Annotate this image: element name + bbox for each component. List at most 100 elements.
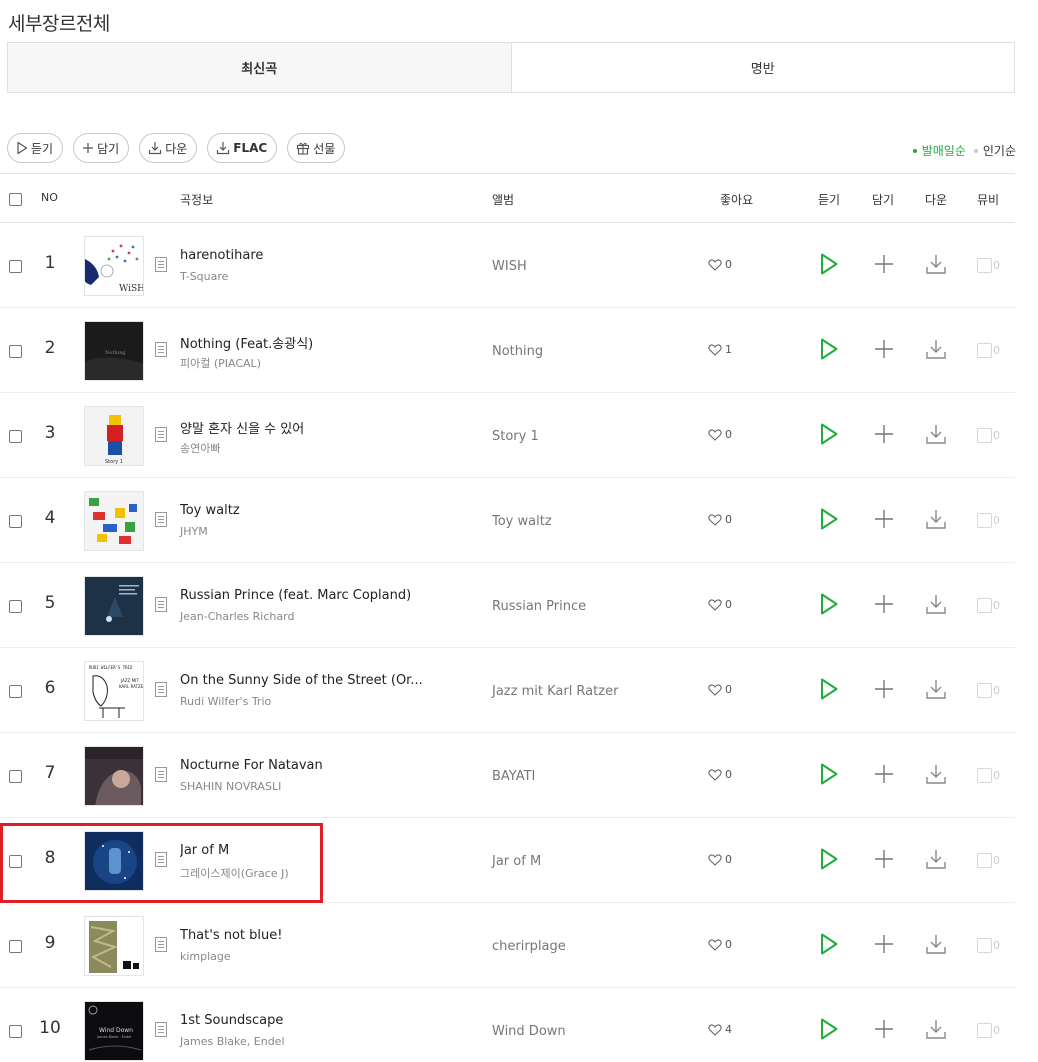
plus-icon[interactable] bbox=[874, 254, 894, 274]
download-icon[interactable] bbox=[925, 338, 947, 360]
download-icon[interactable] bbox=[925, 848, 947, 870]
song-title[interactable]: Nothing (Feat.송광식) bbox=[180, 333, 313, 352]
listen-button[interactable]: 듣기 bbox=[7, 133, 64, 163]
download-icon[interactable] bbox=[925, 763, 947, 785]
plus-icon[interactable] bbox=[874, 509, 894, 529]
music-video-button[interactable]: 0 bbox=[977, 598, 1000, 613]
song-title[interactable]: Nocturne For Natavan bbox=[180, 758, 323, 773]
flac-download-button[interactable]: FLAC bbox=[207, 133, 278, 163]
album-name[interactable]: Jazz mit Karl Ratzer bbox=[492, 684, 618, 699]
artist-name[interactable]: JHYM bbox=[180, 525, 208, 538]
row-checkbox[interactable] bbox=[9, 685, 22, 698]
like-button[interactable]: 0 bbox=[708, 768, 732, 781]
play-icon[interactable] bbox=[818, 932, 840, 956]
music-video-button[interactable]: 0 bbox=[977, 853, 1000, 868]
play-icon[interactable] bbox=[818, 1017, 840, 1041]
song-info-icon[interactable] bbox=[155, 512, 167, 527]
song-title[interactable]: Toy waltz bbox=[180, 503, 240, 518]
plus-icon[interactable] bbox=[874, 424, 894, 444]
song-title[interactable]: harenotihare bbox=[180, 248, 263, 263]
music-video-button[interactable]: 0 bbox=[977, 513, 1000, 528]
plus-icon[interactable] bbox=[874, 934, 894, 954]
music-video-button[interactable]: 0 bbox=[977, 768, 1000, 783]
gift-button[interactable]: 선물 bbox=[287, 133, 346, 163]
music-video-button[interactable]: 0 bbox=[977, 343, 1000, 358]
download-icon[interactable] bbox=[925, 508, 947, 530]
row-checkbox[interactable] bbox=[9, 1025, 22, 1038]
row-checkbox[interactable] bbox=[9, 770, 22, 783]
album-name[interactable]: cherirplage bbox=[492, 939, 566, 954]
album-art[interactable] bbox=[84, 916, 144, 976]
album-art[interactable]: RUDI WILFER'S TRIO JAZZ MIT KARL RATZER bbox=[84, 661, 144, 721]
download-icon[interactable] bbox=[925, 678, 947, 700]
download-button[interactable]: 다운 bbox=[139, 133, 198, 163]
song-info-icon[interactable] bbox=[155, 767, 167, 782]
artist-name[interactable]: kimplage bbox=[180, 950, 231, 963]
song-info-icon[interactable] bbox=[155, 427, 167, 442]
song-title[interactable]: 양말 혼자 신을 수 있어 bbox=[180, 418, 304, 437]
music-video-button[interactable]: 0 bbox=[977, 683, 1000, 698]
song-info-icon[interactable] bbox=[155, 342, 167, 357]
like-button[interactable]: 0 bbox=[708, 258, 732, 271]
tab-latest[interactable]: 최신곡 bbox=[8, 43, 512, 92]
song-info-icon[interactable] bbox=[155, 682, 167, 697]
song-info-icon[interactable] bbox=[155, 597, 167, 612]
like-button[interactable]: 0 bbox=[708, 428, 732, 441]
album-name[interactable]: Nothing bbox=[492, 344, 543, 359]
artist-name[interactable]: Jean-Charles Richard bbox=[180, 610, 294, 623]
play-icon[interactable] bbox=[818, 762, 840, 786]
download-icon[interactable] bbox=[925, 253, 947, 275]
song-info-icon[interactable] bbox=[155, 937, 167, 952]
song-title[interactable]: That's not blue! bbox=[180, 928, 282, 943]
plus-icon[interactable] bbox=[874, 594, 894, 614]
album-art[interactable]: Wind Down James Blake · Endel bbox=[84, 1001, 144, 1061]
plus-icon[interactable] bbox=[874, 1019, 894, 1039]
row-checkbox[interactable] bbox=[9, 515, 22, 528]
row-checkbox[interactable] bbox=[9, 430, 22, 443]
plus-icon[interactable] bbox=[874, 679, 894, 699]
artist-name[interactable]: T-Square bbox=[180, 270, 228, 283]
download-icon[interactable] bbox=[925, 423, 947, 445]
album-art[interactable] bbox=[84, 746, 144, 806]
artist-name[interactable]: 송연아빠 bbox=[180, 440, 220, 456]
add-button[interactable]: 담기 bbox=[73, 133, 130, 163]
like-button[interactable]: 0 bbox=[708, 853, 732, 866]
row-checkbox[interactable] bbox=[9, 940, 22, 953]
album-name[interactable]: BAYATI bbox=[492, 769, 535, 784]
artist-name[interactable]: SHAHIN NOVRASLI bbox=[180, 780, 281, 793]
album-name[interactable]: Jar of M bbox=[492, 854, 541, 869]
artist-name[interactable]: James Blake, Endel bbox=[180, 1035, 285, 1048]
music-video-button[interactable]: 0 bbox=[977, 938, 1000, 953]
like-button[interactable]: 0 bbox=[708, 513, 732, 526]
row-checkbox[interactable] bbox=[9, 600, 22, 613]
album-art[interactable]: WiSH bbox=[84, 236, 144, 296]
play-icon[interactable] bbox=[818, 677, 840, 701]
song-title[interactable]: On the Sunny Side of the Street (Or... bbox=[180, 673, 423, 688]
select-all-checkbox[interactable] bbox=[9, 193, 22, 206]
album-art[interactable] bbox=[84, 491, 144, 551]
album-name[interactable]: Wind Down bbox=[492, 1024, 566, 1039]
album-art[interactable]: Nothing bbox=[84, 321, 144, 381]
sort-by-popularity[interactable]: 인기순 bbox=[973, 142, 1016, 159]
like-button[interactable]: 0 bbox=[708, 598, 732, 611]
plus-icon[interactable] bbox=[874, 764, 894, 784]
album-art[interactable] bbox=[84, 576, 144, 636]
song-info-icon[interactable] bbox=[155, 257, 167, 272]
row-checkbox[interactable] bbox=[9, 345, 22, 358]
like-button[interactable]: 4 bbox=[708, 1023, 732, 1036]
album-name[interactable]: WISH bbox=[492, 259, 527, 274]
plus-icon[interactable] bbox=[874, 849, 894, 869]
artist-name[interactable]: 피아컬 (PIACAL) bbox=[180, 355, 261, 371]
play-icon[interactable] bbox=[818, 592, 840, 616]
album-name[interactable]: Toy waltz bbox=[492, 514, 552, 529]
tab-classics[interactable]: 명반 bbox=[512, 43, 1015, 92]
row-checkbox[interactable] bbox=[9, 260, 22, 273]
play-icon[interactable] bbox=[818, 337, 840, 361]
download-icon[interactable] bbox=[925, 1018, 947, 1040]
like-button[interactable]: 1 bbox=[708, 343, 732, 356]
play-icon[interactable] bbox=[818, 422, 840, 446]
play-icon[interactable] bbox=[818, 252, 840, 276]
album-art[interactable]: Story 1 bbox=[84, 406, 144, 466]
music-video-button[interactable]: 0 bbox=[977, 428, 1000, 443]
music-video-button[interactable]: 0 bbox=[977, 1023, 1000, 1038]
